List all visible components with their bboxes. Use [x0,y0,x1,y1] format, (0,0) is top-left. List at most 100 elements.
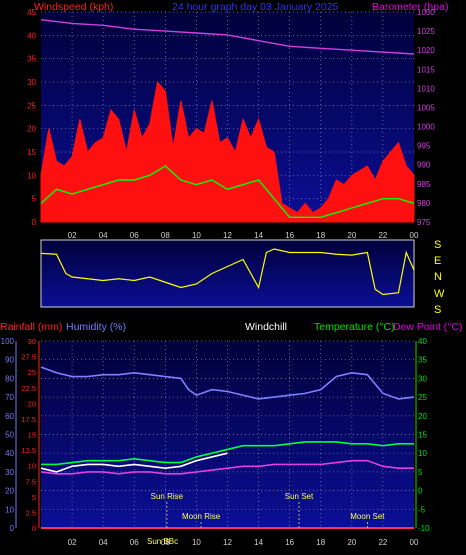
humidity-tick-label: 10 [5,505,14,514]
barometer-tick-label: 1010 [417,84,435,93]
x-tick-label-top: 02 [68,231,77,240]
x-tick-label-top: 20 [347,231,356,240]
rainfall-tick-label: 7.5 [26,477,36,486]
barometer-tick-label: 985 [417,180,431,189]
x-tick-label-top: 14 [254,231,263,240]
x-tick-label-bottom: 18 [316,538,325,547]
weather-chart: Windspeed (kph) 24 hour graph day 03 Jan… [0,1,463,547]
x-tick-label-top: 12 [223,231,232,240]
rainfall-tick-label: 15 [28,431,36,440]
temperature-tick-label: -10 [418,524,430,533]
direction-label-e: E [434,255,441,267]
rainfall-tick-label: 20 [28,399,36,408]
temperature-tick-label: 30 [418,374,427,383]
direction-label-n: N [434,271,442,283]
windspeed-tick-label: 15 [27,148,36,157]
temperature-tick-label: -5 [418,505,426,514]
windspeed-tick-label: 10 [27,171,36,180]
temperature-axis-title: Temperature (°C) [314,321,395,333]
temperature-tick-label: 10 [418,449,427,458]
windspeed-tick-label: 5 [32,195,37,204]
humidity-tick-label: 100 [1,337,15,346]
x-tick-label-top: 10 [192,231,201,240]
direction-label-s-bottom: S [434,304,441,316]
x-tick-label-bottom: 14 [254,538,263,547]
barometer-tick-label: 975 [417,218,431,227]
x-tick-label-bottom: 10 [192,538,201,547]
humidity-tick-label: 70 [5,393,14,402]
humidity-tick-label: 20 [5,487,14,496]
humidity-tick-label: 60 [5,412,14,421]
rainfall-tick-label: 30 [28,337,36,346]
temperature-tick-label: 0 [418,487,423,496]
barometer-tick-label: 980 [417,199,431,208]
weather-graph-page: Windspeed (kph) 24 hour graph day 03 Jan… [0,0,466,555]
x-tick-label-bottom: 04 [99,538,108,547]
temperature-tick-label: 40 [418,337,427,346]
rainfall-tick-label: 0 [32,524,36,533]
x-tick-label-bottom: 22 [378,538,387,547]
barometer-tick-label: 1000 [417,123,435,132]
barometer-tick-label: 990 [417,161,431,170]
dewpoint-axis-title: Dew Point (°C) [393,321,463,333]
barometer-axis-title: Barometer (hpa) [372,1,448,13]
event-label: Moon Set [350,512,385,521]
windspeed-tick-label: 40 [27,31,36,40]
x-tick-label-top: 04 [99,231,108,240]
humidity-tick-label: 90 [5,356,14,365]
rainfall-tick-label: 5 [32,493,36,502]
x-tick-label-top: 18 [316,231,325,240]
barometer-tick-label: 1015 [417,65,435,74]
windspeed-tick-label: 45 [27,8,36,17]
windspeed-tick-label: 20 [27,125,36,134]
rainfall-tick-label: 27.5 [21,353,36,362]
direction-label-s-top: S [434,239,441,251]
x-tick-label-bottom: 06 [130,538,139,547]
barometer-tick-label: 1030 [417,8,435,17]
humidity-tick-label: 50 [5,431,14,440]
x-tick-label-bottom: 00 [410,538,419,547]
rainfall-tick-label: 17.5 [21,415,36,424]
humidity-axis-title: Humidity (%) [66,321,126,333]
temperature-tick-label: 15 [418,431,427,440]
event-label: Sun Rise [151,492,184,501]
barometer-tick-label: 1025 [417,27,435,36]
x-tick-label-top: 00 [410,231,419,240]
barometer-tick-label: 995 [417,142,431,151]
humidity-tick-label: 40 [5,449,14,458]
windspeed-axis-title: Windspeed (kph) [34,1,113,13]
x-tick-label-top: 08 [161,231,170,240]
rainfall-tick-label: 12.5 [21,446,36,455]
x-tick-label-top: 06 [130,231,139,240]
rainfall-tick-label: 10 [28,462,36,471]
barometer-tick-label: 1005 [417,103,435,112]
x-tick-label-bottom: 16 [285,538,294,547]
rainfall-tick-label: 2.5 [26,508,36,517]
x-tick-label-top: 16 [285,231,294,240]
direction-panel [40,239,415,308]
temperature-tick-label: 20 [418,412,427,421]
windchill-axis-title: Windchill [245,321,287,333]
windspeed-tick-label: 30 [27,78,36,87]
temperature-tick-label: 35 [418,356,427,365]
direction-label-w: W [434,288,445,300]
humidity-tick-label: 30 [5,468,14,477]
chart-main-title: 24 hour graph day 03 January 2025 [172,1,339,13]
temperature-tick-label: 5 [418,468,423,477]
event-label: Sun Set [285,492,314,501]
humidity-tick-label: 0 [10,524,15,533]
rainfall-tick-label: 22.5 [21,384,36,393]
x-tick-label-top: 22 [378,231,387,240]
sun-footer-label: Sun BBc [147,537,178,546]
x-tick-label-bottom: 02 [68,538,77,547]
windspeed-tick-label: 35 [27,55,36,64]
rainfall-axis-title: Rainfall (mm) [0,321,62,333]
x-tick-label-bottom: 20 [347,538,356,547]
event-label: Moon Rise [182,512,221,521]
windspeed-tick-label: 0 [32,218,37,227]
temperature-tick-label: 25 [418,393,427,402]
x-tick-label-bottom: 12 [223,538,232,547]
windspeed-tick-label: 25 [27,101,36,110]
humidity-tick-label: 80 [5,374,14,383]
rainfall-tick-label: 25 [28,368,36,377]
